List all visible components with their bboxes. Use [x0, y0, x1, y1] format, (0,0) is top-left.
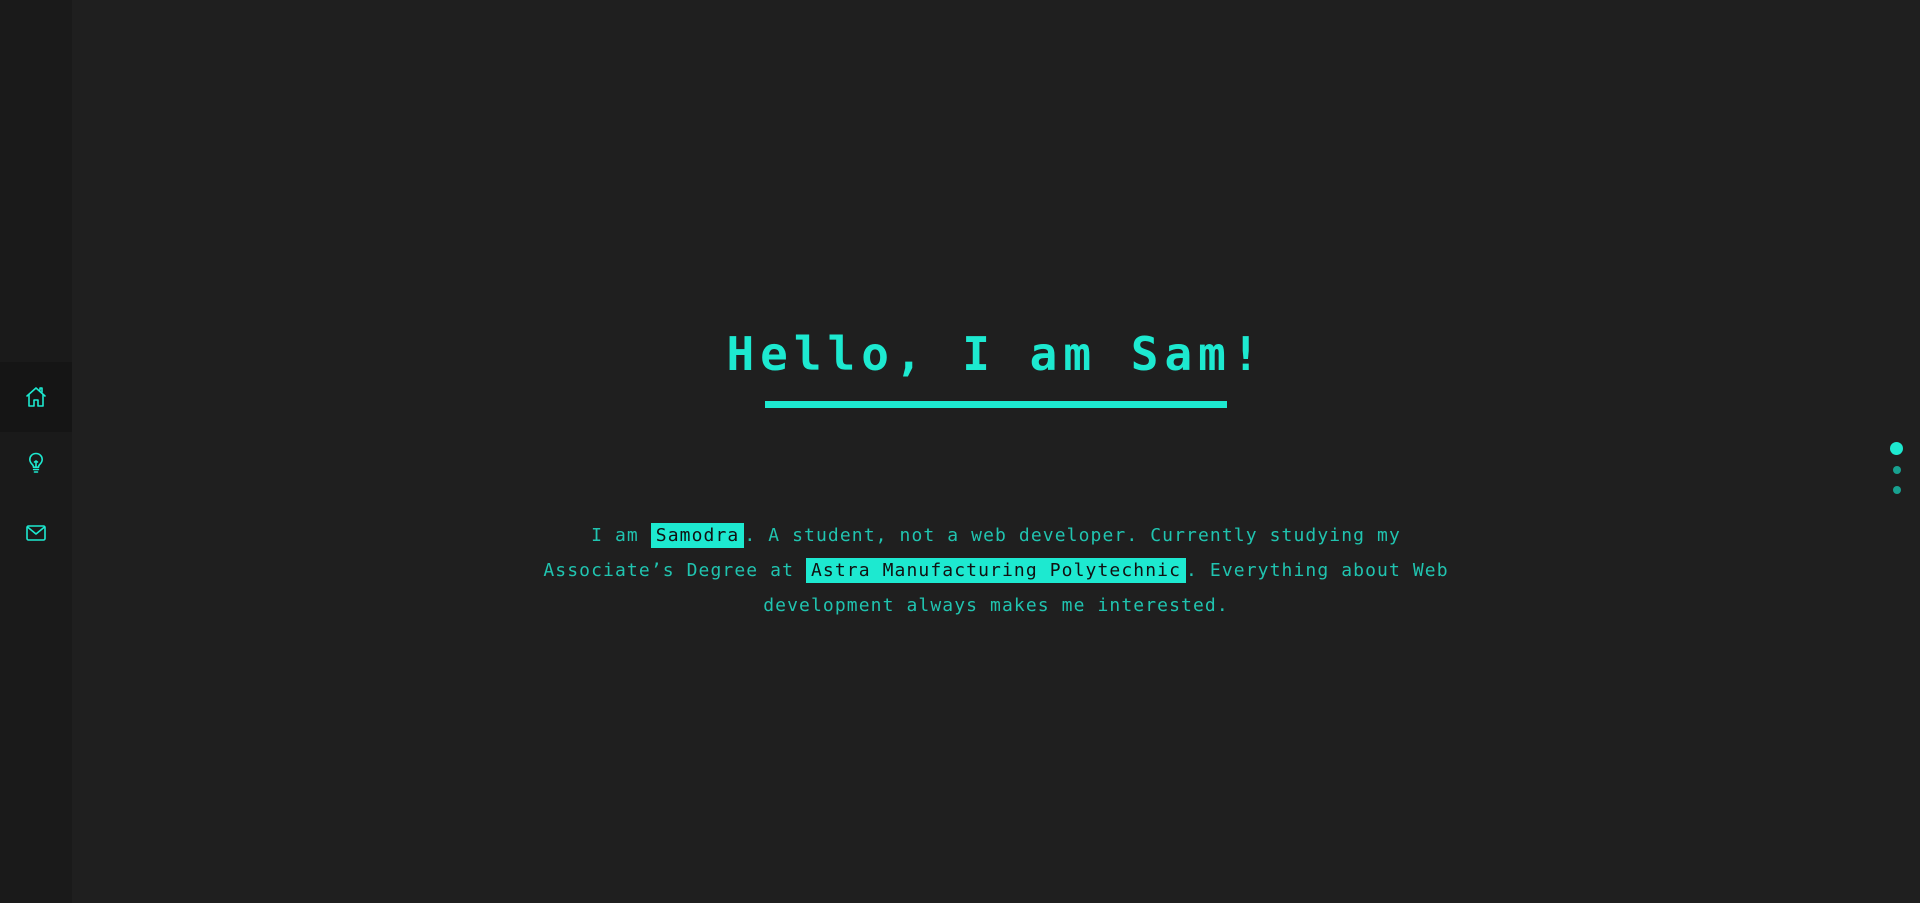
mail-icon [26, 525, 46, 541]
lightbulb-icon [29, 452, 43, 473]
title-underline [765, 401, 1227, 408]
main-content: Hello, I am Sam! I am Samodra. A student… [72, 0, 1920, 903]
sidebar-item-home[interactable] [0, 362, 72, 432]
sidebar-item-ideas[interactable] [0, 428, 72, 498]
sidebar-item-contact[interactable] [0, 498, 72, 568]
page-title: Hello, I am Sam! [726, 327, 1266, 381]
home-icon [26, 387, 46, 407]
intro-paragraph: I am Samodra. A student, not a web devel… [522, 518, 1470, 623]
intro-text-1: I am [591, 525, 651, 546]
section-dot-3[interactable] [1893, 486, 1901, 494]
section-pagination [1872, 440, 1920, 500]
highlight-name: Samodra [650, 523, 745, 548]
section-dot-1[interactable] [1890, 442, 1903, 455]
section-dot-2[interactable] [1893, 466, 1901, 474]
highlight-school: Astra Manufacturing Polytechnic [805, 558, 1187, 583]
sidebar-nav [0, 0, 72, 903]
